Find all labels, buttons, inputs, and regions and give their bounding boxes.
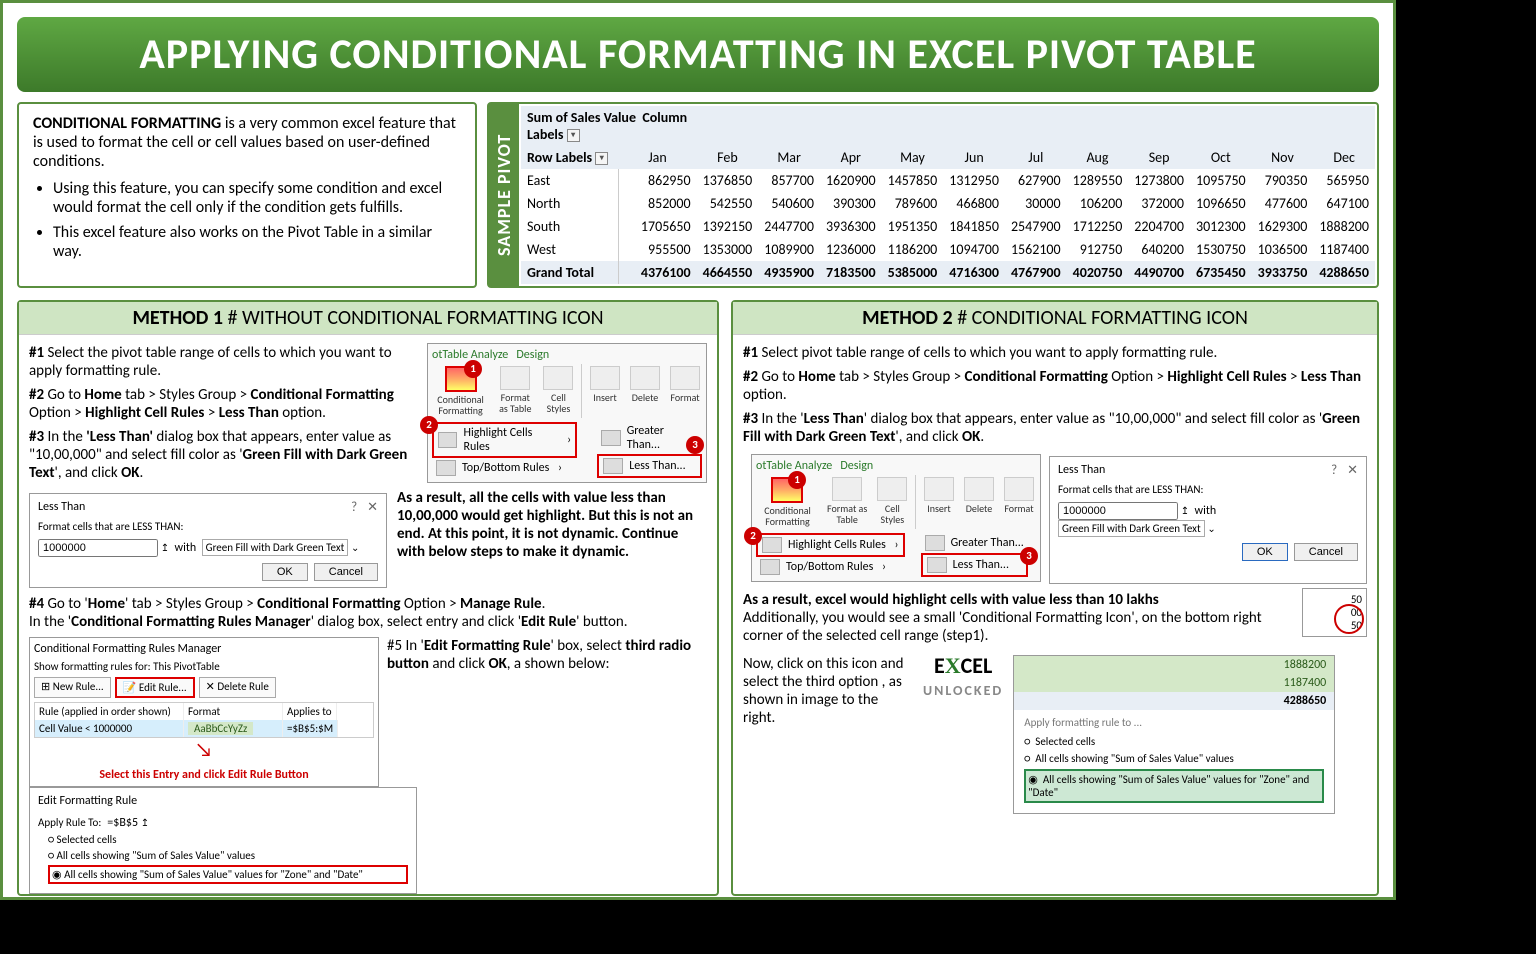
apply-to-input[interactable]: =$B$5: [107, 816, 138, 830]
ok-button-2[interactable]: OK: [1242, 543, 1288, 561]
close-icon[interactable]: ✕: [367, 500, 378, 515]
rules-mgr-title: Conditional Formatting Rules Manager: [34, 642, 374, 656]
m1-step1-num: #1: [29, 344, 47, 362]
intro-bullet-2: This excel feature also works on the Piv…: [53, 223, 461, 261]
popup-radio-all-zone-date[interactable]: ◉ All cells showing "Sum of Sales Value"…: [1024, 769, 1324, 803]
ribbon-conditional-formatting-2[interactable]: Conditional Formatting1: [756, 475, 819, 529]
menu-top-bottom-rules[interactable]: Top/Bottom Rules ›: [432, 458, 577, 478]
callout-edit-rule: Select this Entry and click Edit Rule Bu…: [34, 768, 374, 782]
edit-rule-button[interactable]: 📝 Edit Rule...: [115, 677, 195, 698]
less-than-dialog-m2: Less Than✕? Format cells that are LESS T…: [1049, 456, 1367, 584]
edit-formatting-rule-dialog: Edit Formatting Rule Apply Rule To:=$B$5…: [29, 787, 417, 894]
method-2-panel: METHOD 2 # CONDITIONAL FORMATTING ICON #…: [731, 300, 1379, 896]
radio-all-values-zone-date[interactable]: ◉ All cells showing "Sum of Sales Value"…: [48, 865, 408, 884]
ribbon-tab-design[interactable]: Design: [516, 348, 549, 362]
m1-step2-num: #2: [29, 386, 47, 404]
ribbon-cell-styles[interactable]: Cell Styles: [541, 364, 575, 418]
less-than-dialog-m1: Less Than ✕? Format cells that are LESS T…: [29, 493, 387, 588]
method-2-header: METHOD 2 # CONDITIONAL FORMATTING ICON: [733, 302, 1377, 335]
ribbon-insert[interactable]: Insert: [588, 364, 622, 418]
cf-icon-corner-illustration: 500050: [1302, 588, 1367, 637]
less-than-input[interactable]: [38, 539, 158, 557]
ribbon-tab-design-2[interactable]: Design: [840, 459, 873, 473]
page-title: APPLYING CONDITIONAL FORMATTING IN EXCEL…: [17, 17, 1379, 92]
close-icon-2[interactable]: ✕: [1347, 463, 1358, 478]
m1-step4-num: #4: [29, 595, 47, 613]
method-1-title: METHOD 1: [132, 306, 223, 330]
delete-rule-button[interactable]: ✕ Delete Rule: [199, 677, 276, 698]
menu-less-than-2[interactable]: Less Than...3: [921, 553, 1028, 577]
menu-highlight-cells-rules[interactable]: Highlight Cells Rules ›2: [432, 422, 577, 458]
radio-all-values[interactable]: ○ All cells showing "Sum of Sales Value"…: [48, 849, 408, 862]
dlg-label: Format cells that are LESS THAN:: [38, 520, 378, 533]
menu-less-than[interactable]: Less Than...3: [597, 454, 702, 478]
badge-3b: 3: [1020, 547, 1038, 565]
excel-unlocked-logo: EXCELUNLOCKED: [923, 655, 1003, 702]
apply-rule-popup: 1888200 1187400 4288650 Apply formatting…: [1013, 655, 1335, 814]
popup-radio-all-values[interactable]: ○ All cells showing "Sum of Sales Value"…: [1024, 752, 1324, 765]
dlg-title: Less Than: [38, 500, 85, 514]
pivot-table: Sum of Sales Value Column Labels ▾Row La…: [519, 104, 1377, 286]
edit-rule-title: Edit Formatting Rule: [38, 794, 408, 808]
method-1-subtitle: # WITHOUT CONDITIONAL FORMATTING ICON: [223, 306, 604, 330]
m2-step1-num: #1: [743, 344, 761, 362]
cancel-button[interactable]: Cancel: [314, 563, 378, 581]
m1-step3-num: #3: [29, 428, 47, 446]
sample-pivot-panel: SAMPLE PIVOT Sum of Sales Value Column L…: [487, 102, 1379, 288]
badge-2: 2: [420, 416, 438, 434]
help-icon[interactable]: ?: [351, 500, 357, 515]
rules-manager-dialog: Conditional Formatting Rules Manager Sho…: [29, 637, 379, 787]
menu-top-bottom-rules-2[interactable]: Top/Bottom Rules ›: [756, 557, 905, 577]
badge-2b: 2: [744, 527, 762, 545]
m2-step1: Select pivot table range of cells to whi…: [761, 344, 1217, 362]
rule-entry[interactable]: Cell Value < 1000000AaBbCcYyZz=$B$5:$M: [35, 720, 373, 737]
badge-3: 3: [686, 436, 704, 454]
less-than-input-2[interactable]: [1058, 502, 1178, 520]
intro-lead-bold: CONDITIONAL FORMATTING: [33, 114, 221, 133]
badge-1b: 1: [788, 471, 806, 489]
popup-radio-selected[interactable]: ○ Selected cells: [1024, 735, 1324, 748]
menu-highlight-cells-rules-2[interactable]: Highlight Cells Rules ›2: [756, 533, 905, 557]
sample-pivot-label: SAMPLE PIVOT: [489, 104, 519, 286]
help-icon-2[interactable]: ?: [1331, 463, 1337, 478]
ribbon-format[interactable]: Format: [668, 364, 702, 418]
ribbon-format-as-table[interactable]: Format as Table: [495, 364, 535, 418]
method-2-title: METHOD 2: [862, 306, 953, 330]
ribbon-conditional-formatting[interactable]: Conditional Formatting1: [432, 364, 489, 418]
scope-select[interactable]: This PivotTable: [153, 660, 220, 673]
ribbon-method-1: otTable Analyze Design Conditional Forma…: [427, 343, 707, 483]
fill-select-2[interactable]: Green Fill with Dark Green Text: [1058, 520, 1205, 537]
m1-result-text: As a result, all the cells with value le…: [397, 489, 707, 561]
m2-result-3: Now, click on this icon and select the t…: [743, 655, 913, 727]
ok-button[interactable]: OK: [262, 563, 308, 581]
intro-panel: CONDITIONAL FORMATTING is a very common …: [17, 102, 477, 288]
method-1-panel: METHOD 1 # WITHOUT CONDITIONAL FORMATTIN…: [17, 300, 719, 896]
method-1-header: METHOD 1 # WITHOUT CONDITIONAL FORMATTIN…: [19, 302, 717, 335]
new-rule-button[interactable]: ⊞ New Rule...: [34, 677, 111, 698]
radio-selected-cells[interactable]: ○ Selected cells: [48, 833, 408, 846]
arrow-icon: ↘: [195, 738, 213, 762]
m2-result-2: Additionally, you would see a small 'Con…: [743, 609, 1262, 645]
intro-bullet-1: Using this feature, you can specify some…: [53, 179, 461, 217]
ribbon-delete[interactable]: Delete: [628, 364, 662, 418]
m2-result-bold: As a result, excel would highlight cells…: [743, 591, 1159, 609]
cancel-button-2[interactable]: Cancel: [1294, 543, 1358, 561]
menu-greater-than-2[interactable]: Greater Than...: [921, 533, 1028, 553]
method-2-subtitle: # CONDITIONAL FORMATTING ICON: [953, 306, 1248, 330]
badge-1: 1: [464, 360, 482, 378]
fill-select[interactable]: Green Fill with Dark Green Text: [202, 539, 349, 556]
ribbon-method-2: otTable Analyze Design Conditional Forma…: [751, 454, 1041, 582]
m1-step1: Select the pivot table range of cells to…: [29, 344, 392, 380]
